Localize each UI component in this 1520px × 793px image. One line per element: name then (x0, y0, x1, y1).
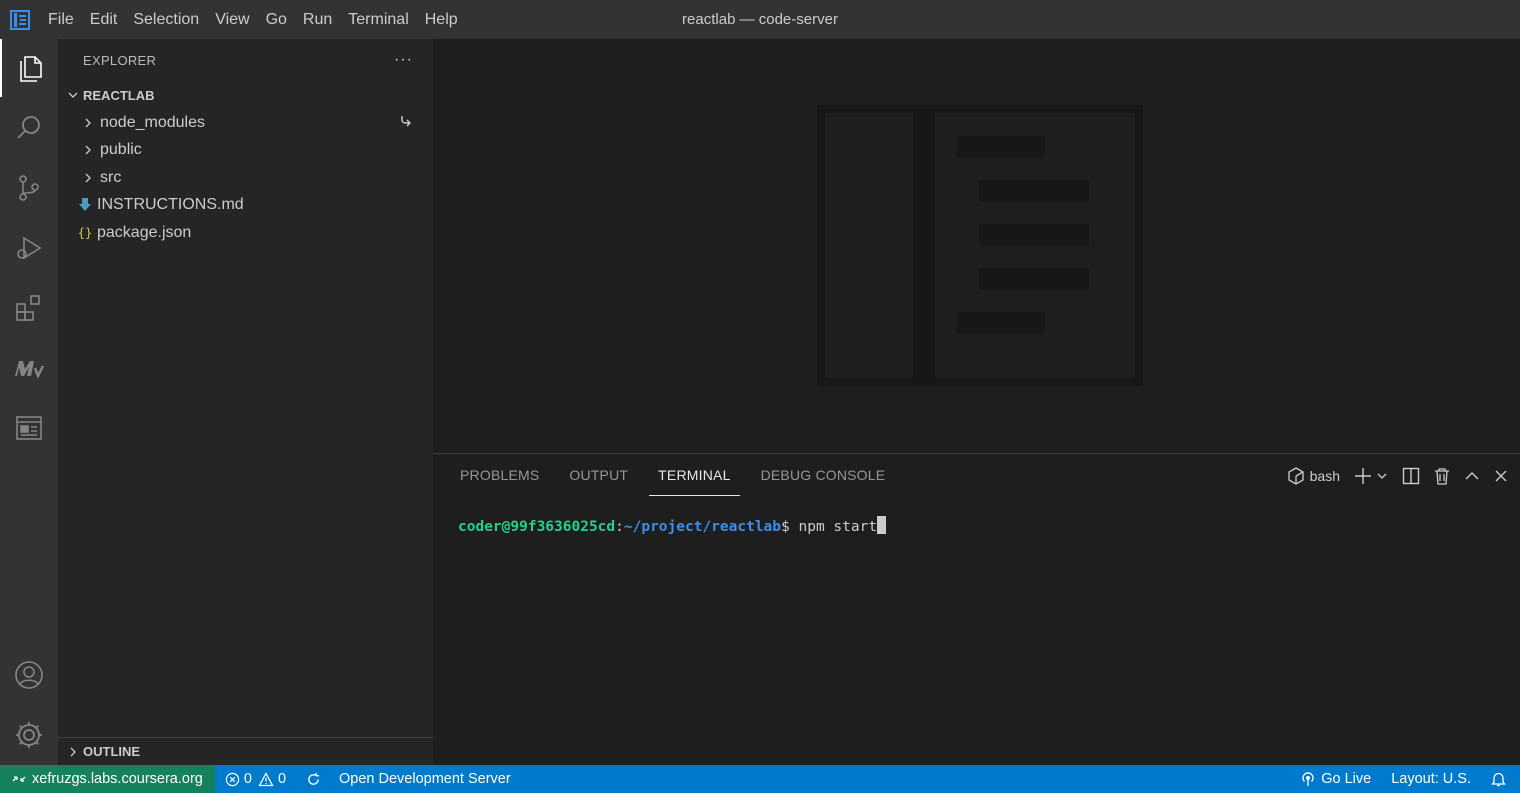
terminal-shell-label: bash (1309, 468, 1340, 484)
open-dev-server-label: Open Development Server (339, 771, 511, 787)
tree-item-node-modules[interactable]: node_modules (58, 109, 433, 137)
run-debug-icon[interactable] (0, 219, 58, 277)
menu-edit[interactable]: Edit (82, 0, 126, 39)
sync-icon (308, 772, 320, 785)
search-icon[interactable] (0, 99, 58, 157)
panel-actions: bash (1274, 454, 1508, 498)
settings-gear-icon[interactable] (0, 706, 58, 764)
status-bar: xefruzgs.labs.coursera.org 0 0 Open Deve… (0, 765, 1520, 793)
tree-item-label: node_modules (100, 113, 205, 131)
extensions-icon[interactable] (0, 279, 58, 337)
code-server-watermark-icon (817, 105, 1143, 386)
terminal-output[interactable]: coder@99f3636025cd:~/project/reactlab$ n… (458, 516, 887, 535)
chevron-right-icon (79, 169, 97, 187)
explorer-sidebar: EXPLORER ··· REACTLAB node_modules publi… (58, 39, 433, 765)
prompt-symbol: $ (781, 519, 799, 535)
prompt-user: coder@99f3636025cd (458, 519, 616, 535)
kill-terminal-button[interactable] (1434, 467, 1450, 485)
tree-item-public[interactable]: public (58, 137, 433, 165)
tab-terminal[interactable]: TERMINAL (649, 454, 740, 496)
accounts-icon[interactable] (0, 646, 58, 704)
chevron-down-icon (64, 86, 82, 104)
keyboard-layout[interactable]: Layout: U.S. (1379, 765, 1479, 793)
workspace-root-label: REACTLAB (83, 87, 155, 103)
menu-view[interactable]: View (207, 0, 257, 39)
bottom-panel: PROBLEMS OUTPUT TERMINAL DEBUG CONSOLE b… (433, 453, 1520, 765)
keyboard-layout-label: Layout: U.S. (1391, 771, 1471, 787)
open-dev-server-button[interactable]: Open Development Server (329, 765, 519, 793)
remote-indicator[interactable]: xefruzgs.labs.coursera.org (0, 765, 215, 793)
close-icon (1495, 470, 1507, 482)
tree-item-label: src (100, 168, 122, 186)
terminal-cursor (877, 516, 887, 534)
chevron-up-icon (1465, 472, 1479, 480)
markdown-file-icon (76, 196, 94, 214)
error-count: 0 (243, 771, 252, 787)
chevron-right-icon (79, 141, 97, 159)
tab-problems[interactable]: PROBLEMS (451, 454, 548, 498)
menu-go[interactable]: Go (258, 0, 295, 39)
trash-icon (1435, 468, 1449, 485)
source-control-icon[interactable] (0, 159, 58, 217)
terminal-selector[interactable]: bash (1287, 467, 1340, 485)
plus-icon (1355, 468, 1371, 484)
menu-terminal[interactable]: Terminal (340, 0, 416, 39)
editor-area (433, 39, 1520, 453)
chevron-right-icon (64, 743, 82, 761)
notifications-button[interactable] (1479, 765, 1520, 793)
app-logo-icon[interactable] (0, 0, 40, 39)
terminal-bash-icon (1287, 467, 1304, 485)
broadcast-icon (1302, 772, 1314, 786)
warning-count: 0 (277, 771, 287, 787)
go-live-button[interactable]: Go Live (1292, 765, 1379, 793)
explorer-icon[interactable] (0, 39, 58, 97)
activity-bar (0, 39, 58, 765)
outline-section[interactable]: OUTLINE (58, 737, 433, 765)
tree-item-src[interactable]: src (58, 164, 433, 192)
prompt-path: ~/project/reactlab (623, 519, 782, 535)
tree-item-instructions-md[interactable]: INSTRUCTIONS.md (58, 192, 433, 220)
prompt-separator: : (615, 519, 624, 535)
split-icon (1402, 467, 1420, 485)
symlink-arrow-icon (399, 114, 413, 133)
menu-help[interactable]: Help (417, 0, 466, 39)
error-icon (225, 772, 240, 786)
remote-icon (12, 776, 26, 782)
close-panel-button[interactable] (1494, 469, 1508, 483)
browser-preview-icon[interactable] (0, 399, 58, 457)
new-terminal-button[interactable] (1354, 467, 1388, 485)
tree-item-label: package.json (97, 223, 192, 241)
panel-tabs: PROBLEMS OUTPUT TERMINAL DEBUG CONSOLE (451, 454, 906, 498)
tab-output[interactable]: OUTPUT (560, 454, 637, 498)
tree-item-label: public (100, 141, 142, 159)
remote-host: xefruzgs.labs.coursera.org (32, 771, 203, 787)
tab-debug-console[interactable]: DEBUG CONSOLE (752, 454, 895, 498)
bell-icon (1491, 772, 1506, 787)
tree-item-package-json[interactable]: {} package.json (58, 219, 433, 247)
more-actions-icon[interactable]: ··· (394, 51, 413, 69)
maximize-panel-button[interactable] (1464, 468, 1480, 484)
chevron-right-icon (79, 114, 97, 132)
explorer-title: EXPLORER (83, 52, 157, 68)
terminal-command: npm start (798, 519, 878, 535)
go-live-label: Go Live (1321, 771, 1372, 787)
tree-item-label: INSTRUCTIONS.md (97, 196, 244, 214)
sync-button[interactable] (294, 765, 329, 793)
outline-label: OUTLINE (83, 744, 141, 759)
menu-file[interactable]: File (40, 0, 82, 39)
warning-icon (258, 771, 274, 786)
markdown-preview-icon[interactable] (0, 339, 58, 397)
status-right: Go Live Layout: U.S. (1292, 765, 1520, 793)
workspace-root[interactable]: REACTLAB (58, 81, 433, 109)
menu-selection[interactable]: Selection (125, 0, 207, 39)
json-file-icon: {} (77, 225, 93, 240)
chevron-down-icon (1377, 473, 1387, 479)
problems-status[interactable]: 0 0 (215, 765, 294, 793)
split-terminal-button[interactable] (1402, 467, 1420, 485)
title-bar: File Edit Selection View Go Run Terminal… (0, 0, 1520, 39)
explorer-header: EXPLORER ··· (58, 39, 433, 81)
menu-bar: File Edit Selection View Go Run Terminal… (40, 0, 466, 39)
menu-run[interactable]: Run (295, 0, 340, 39)
